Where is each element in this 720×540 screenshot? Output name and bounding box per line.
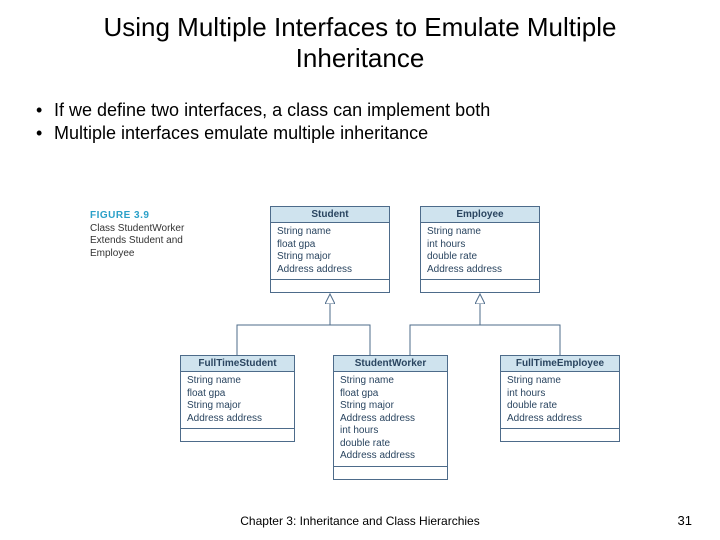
uml-class-employee: Employee String name int hours double ra… <box>420 206 540 293</box>
uml-attr: String name <box>340 375 441 388</box>
uml-methods-empty <box>181 429 294 441</box>
uml-class-fulltimestudent: FullTimeStudent String name float gpa St… <box>180 355 295 442</box>
bullet-dot: • <box>36 123 54 144</box>
uml-attr: String name <box>187 375 288 388</box>
uml-attr: float gpa <box>187 388 288 401</box>
uml-attr: double rate <box>507 400 613 413</box>
uml-attr: float gpa <box>340 388 441 401</box>
uml-methods-empty <box>421 280 539 292</box>
uml-attr: Address address <box>277 264 383 277</box>
figure-caption: FIGURE 3.9 Class StudentWorker Extends S… <box>90 210 184 260</box>
figure-number: FIGURE 3.9 <box>90 210 184 223</box>
uml-attr: int hours <box>507 388 613 401</box>
bullet-text: If we define two interfaces, a class can… <box>54 100 490 121</box>
uml-methods-empty <box>334 467 447 479</box>
uml-attr: int hours <box>427 239 533 252</box>
uml-attr: int hours <box>340 425 441 438</box>
uml-attr: String major <box>277 251 383 264</box>
uml-class-student: Student String name float gpa String maj… <box>270 206 390 293</box>
uml-class-studentworker: StudentWorker String name float gpa Stri… <box>333 355 448 480</box>
uml-class-fulltimeemployee: FullTimeEmployee String name int hours d… <box>500 355 620 442</box>
bullet-dot: • <box>36 100 54 121</box>
uml-methods-empty <box>271 280 389 292</box>
bullet-list: •If we define two interfaces, a class ca… <box>0 82 720 144</box>
footer-chapter: Chapter 3: Inheritance and Class Hierarc… <box>0 514 720 528</box>
uml-attr: Address address <box>427 264 533 277</box>
uml-attr: Address address <box>340 413 441 426</box>
uml-attr: Address address <box>507 413 613 426</box>
figure-text: Extends Student and <box>90 235 184 248</box>
uml-attr: String major <box>340 400 441 413</box>
uml-attr: float gpa <box>277 239 383 252</box>
footer-page-number: 31 <box>678 513 692 528</box>
figure-text: Class StudentWorker <box>90 223 184 236</box>
uml-attr: Address address <box>187 413 288 426</box>
figure-text: Employee <box>90 248 184 261</box>
bullet-text: Multiple interfaces emulate multiple inh… <box>54 123 428 144</box>
uml-attr: String name <box>427 226 533 239</box>
uml-class-name: FullTimeStudent <box>181 356 294 372</box>
uml-class-name: StudentWorker <box>334 356 447 372</box>
uml-attr: String name <box>277 226 383 239</box>
uml-attr: Address address <box>340 450 441 463</box>
uml-diagram: FIGURE 3.9 Class StudentWorker Extends S… <box>0 210 720 500</box>
uml-methods-empty <box>501 429 619 441</box>
slide-title: Using Multiple Interfaces to Emulate Mul… <box>0 0 720 82</box>
uml-attr: double rate <box>340 438 441 451</box>
uml-attr: String major <box>187 400 288 413</box>
uml-class-name: Student <box>271 207 389 223</box>
uml-class-name: FullTimeEmployee <box>501 356 619 372</box>
uml-attr: String name <box>507 375 613 388</box>
uml-class-name: Employee <box>421 207 539 223</box>
uml-attr: double rate <box>427 251 533 264</box>
